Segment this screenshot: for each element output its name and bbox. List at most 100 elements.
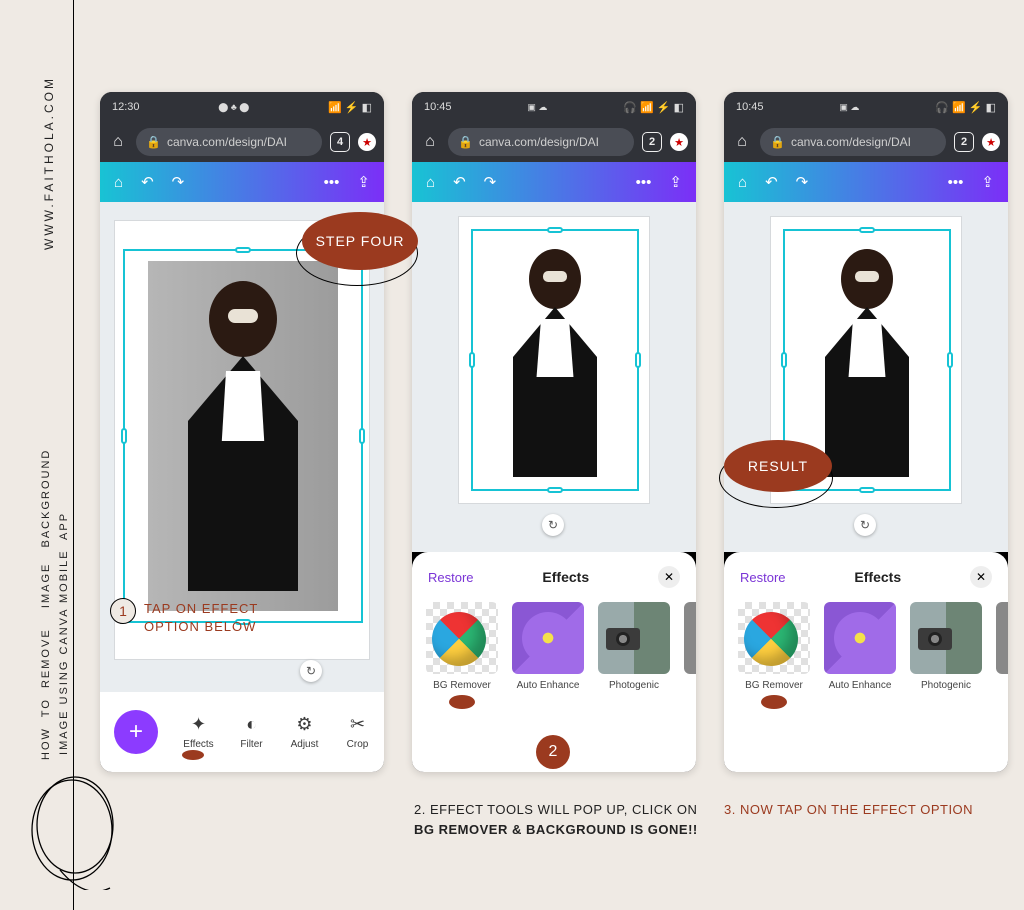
person-illustration — [148, 261, 338, 611]
tool-label: Effects — [183, 739, 213, 750]
tab-count[interactable]: 4 — [330, 132, 350, 152]
extension-icon[interactable]: ★ — [982, 133, 1000, 151]
redo-icon[interactable]: ↷ — [796, 173, 809, 191]
crop-icon: ✂ — [350, 714, 365, 735]
selection-box[interactable] — [471, 229, 639, 491]
rotate-icon[interactable]: ↻ — [542, 514, 564, 536]
undo-icon[interactable]: ↶ — [765, 173, 778, 191]
phone-step-four: 12:30 ⬤ ♣ ⬤ 📶 ⚡ ◧ ⌂ 🔒 canva.com/design/D… — [100, 92, 384, 772]
tool-adjust[interactable]: ⚙ Adjust — [280, 714, 330, 750]
status-time: 12:30 — [112, 101, 140, 113]
url-text: canva.com/design/DAI — [479, 135, 599, 149]
status-bar: 12:30 ⬤ ♣ ⬤ 📶 ⚡ ◧ — [100, 92, 384, 122]
more-icon[interactable]: ••• — [324, 174, 340, 191]
add-button[interactable]: + — [114, 710, 158, 754]
tab-count[interactable]: 2 — [954, 132, 974, 152]
design-page[interactable] — [114, 220, 370, 660]
canvas-area[interactable]: ↻ — [412, 202, 696, 552]
phone-result: 10:45 ▣ ☁ 🎧 📶 ⚡ ◧ ⌂ 🔒 canva.com/design/D… — [724, 92, 1008, 772]
adjust-icon: ⚙ — [296, 714, 312, 735]
canva-home-icon[interactable]: ⌂ — [738, 174, 747, 191]
effects-row: BG Remover Auto Enhance Photogenic — [412, 596, 696, 715]
effect-auto-enhance[interactable]: Auto Enhance — [824, 602, 896, 709]
home-icon[interactable]: ⌂ — [420, 132, 440, 152]
canva-home-icon[interactable]: ⌂ — [426, 174, 435, 191]
effect-more[interactable] — [684, 602, 696, 709]
effect-auto-enhance[interactable]: Auto Enhance — [512, 602, 584, 709]
tool-label: Filter — [240, 739, 262, 750]
address-field[interactable]: 🔒 canva.com/design/DAI — [760, 128, 946, 156]
more-icon[interactable]: ••• — [636, 174, 652, 191]
restore-button[interactable]: Restore — [740, 570, 786, 585]
tool-effects[interactable]: ✦ Effects — [174, 714, 224, 750]
more-icon[interactable]: ••• — [948, 174, 964, 191]
step-number-2: 2 — [536, 735, 570, 769]
person-no-bg — [485, 237, 625, 483]
effect-label: Photogenic — [921, 680, 971, 691]
rotate-icon[interactable]: ↻ — [300, 660, 322, 682]
selection-box[interactable] — [123, 249, 363, 623]
canva-top-bar: ⌂ ↶ ↷ ••• ⇪ — [412, 162, 696, 202]
effect-photogenic[interactable]: Photogenic — [910, 602, 982, 709]
design-page[interactable] — [458, 216, 650, 504]
bg-remover-highlight — [761, 695, 787, 709]
extension-icon[interactable]: ★ — [670, 133, 688, 151]
status-time: 10:45 — [424, 101, 452, 113]
step-badge: STEP FOUR — [302, 212, 418, 270]
tip-text-1: TAP ON EFFECTOPTION BELOW — [144, 600, 258, 635]
effects-panel: Restore Effects ✕ BG Remover Auto Enhanc… — [724, 552, 1008, 772]
tool-label: Crop — [347, 739, 369, 750]
effects-row: BG Remover Auto Enhance Photogenic — [724, 596, 1008, 715]
browser-url-bar: ⌂ 🔒 canva.com/design/DAI 4 ★ — [100, 122, 384, 162]
close-icon[interactable]: ✕ — [658, 566, 680, 588]
effect-photogenic[interactable]: Photogenic — [598, 602, 670, 709]
home-icon[interactable]: ⌂ — [732, 132, 752, 152]
site-url: WWW.FAITHOLA.COM — [42, 76, 56, 250]
extension-icon[interactable]: ★ — [358, 133, 376, 151]
home-icon[interactable]: ⌂ — [108, 132, 128, 152]
bg-remover-highlight — [449, 695, 475, 709]
address-field[interactable]: 🔒 canva.com/design/DAI — [136, 128, 322, 156]
effect-more[interactable] — [996, 602, 1008, 709]
url-text: canva.com/design/DAI — [167, 135, 287, 149]
phone-effects-panel: 10:45 ▣ ☁ 🎧 📶 ⚡ ◧ ⌂ 🔒 canva.com/design/D… — [412, 92, 696, 772]
result-badge: RESULT — [724, 440, 832, 492]
status-left-icons: ⬤ ♣ ⬤ — [218, 102, 249, 113]
person-no-bg — [797, 237, 937, 483]
effect-bg-remover[interactable]: BG Remover — [738, 602, 810, 709]
redo-icon[interactable]: ↷ — [172, 173, 185, 191]
share-icon[interactable]: ⇪ — [357, 173, 370, 191]
status-right-icons: 🎧 📶 ⚡ ◧ — [935, 101, 996, 114]
rotate-icon[interactable]: ↻ — [854, 514, 876, 536]
redo-icon[interactable]: ↷ — [484, 173, 497, 191]
effects-title: Effects — [854, 569, 901, 585]
tool-filter[interactable]: ◐ Filter — [227, 714, 277, 750]
tool-crop[interactable]: ✂ Crop — [333, 714, 383, 750]
browser-url-bar: ⌂ 🔒 canva.com/design/DAI 2 ★ — [724, 122, 1008, 162]
tab-count[interactable]: 2 — [642, 132, 662, 152]
effects-highlight-dot — [182, 750, 204, 760]
undo-icon[interactable]: ↶ — [141, 173, 154, 191]
status-bar: 10:45 ▣ ☁ 🎧 📶 ⚡ ◧ — [412, 92, 696, 122]
bottom-toolbar: + ✦ Effects ◐ Filter ⚙ Adjust ✂ Crop — [100, 692, 384, 772]
lock-icon: 🔒 — [146, 135, 161, 149]
close-icon[interactable]: ✕ — [970, 566, 992, 588]
restore-button[interactable]: Restore — [428, 570, 474, 585]
effect-label: BG Remover — [433, 680, 491, 691]
share-icon[interactable]: ⇪ — [669, 173, 682, 191]
status-time: 10:45 — [736, 101, 764, 113]
canva-home-icon[interactable]: ⌂ — [114, 174, 123, 191]
tool-label: Adjust — [291, 739, 319, 750]
status-left-icons: ▣ ☁ — [839, 102, 859, 113]
address-field[interactable]: 🔒 canva.com/design/DAI — [448, 128, 634, 156]
caption-step-3: 3. NOW TAP ON THE EFFECT OPTION — [724, 800, 973, 820]
page-headline: HOW TO REMOVE IMAGE BACKGROUND IMAGE USI… — [38, 449, 73, 760]
undo-icon[interactable]: ↶ — [453, 173, 466, 191]
effect-label: Auto Enhance — [829, 680, 892, 691]
effect-bg-remover[interactable]: BG Remover — [426, 602, 498, 709]
scribble-decoration — [30, 770, 120, 890]
lock-icon: 🔒 — [458, 135, 473, 149]
status-bar: 10:45 ▣ ☁ 🎧 📶 ⚡ ◧ — [724, 92, 1008, 122]
share-icon[interactable]: ⇪ — [981, 173, 994, 191]
phone-row: 12:30 ⬤ ♣ ⬤ 📶 ⚡ ◧ ⌂ 🔒 canva.com/design/D… — [100, 92, 1008, 772]
